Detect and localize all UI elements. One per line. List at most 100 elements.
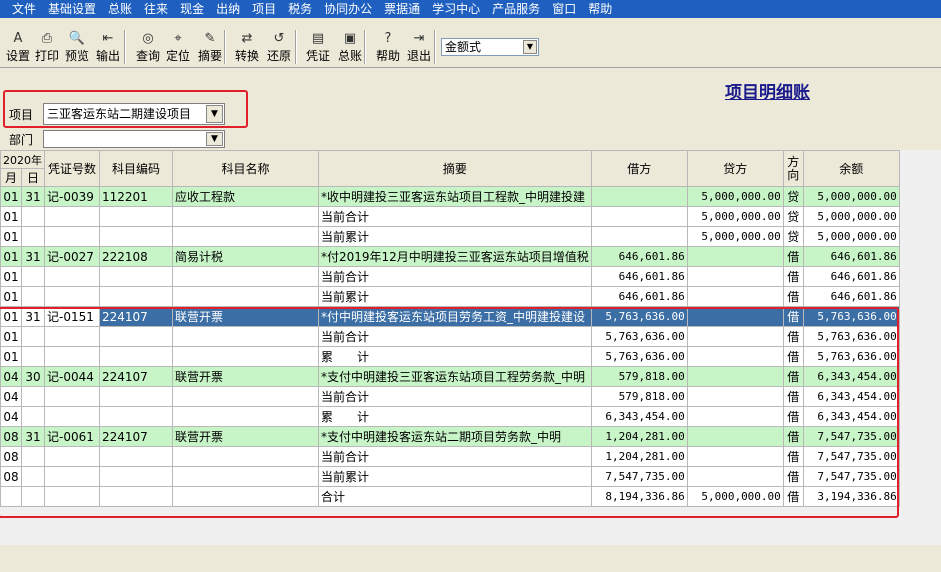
col-voucher[interactable]: 凭证号数 <box>44 150 100 187</box>
cell-month[interactable]: 01 <box>0 266 23 287</box>
col-summary[interactable]: 摘要 <box>318 150 592 187</box>
cell-summary[interactable]: 当前合计 <box>318 266 592 287</box>
toolbar-button[interactable]: ✎ 摘要 <box>195 28 225 68</box>
menu-item[interactable]: 往来 <box>138 0 174 18</box>
cell-credit[interactable] <box>686 286 784 307</box>
cell-month[interactable]: 01 <box>0 286 23 307</box>
cell-balance[interactable]: 5,000,000.00 <box>802 186 900 207</box>
cell-code[interactable] <box>99 206 173 227</box>
cell-account-name[interactable] <box>172 226 319 247</box>
cell-account-name[interactable]: 简易计税 <box>172 246 319 267</box>
toolbar-button[interactable]: ⎙ 打印 <box>32 28 62 68</box>
cell-account-name[interactable] <box>172 206 319 227</box>
menu-item[interactable]: 协同办公 <box>318 0 378 18</box>
format-select[interactable]: 金额式 ▼ <box>441 38 539 56</box>
toolbar-button[interactable]: ? 帮助 <box>373 28 403 68</box>
cell-summary[interactable]: *付2019年12月中明建投三亚客运东站项目增值税 <box>318 246 592 267</box>
col-credit[interactable]: 贷方 <box>686 150 784 187</box>
cell-balance[interactable]: 646,601.86 <box>802 266 900 287</box>
menu-item[interactable]: 现金 <box>174 0 210 18</box>
cell-voucher[interactable] <box>44 266 100 287</box>
cell-account-name[interactable]: 应收工程款 <box>172 186 319 207</box>
table-row[interactable]: 01 当前合计 646,601.86 借 646,601.86 <box>0 266 900 287</box>
cell-direction[interactable]: 借 <box>782 246 804 267</box>
col-balance[interactable]: 余额 <box>802 150 900 187</box>
cell-code[interactable] <box>99 286 173 307</box>
toolbar-button[interactable]: 🔍 预览 <box>62 28 92 68</box>
toolbar-button[interactable]: ⇥ 退出 <box>404 28 434 68</box>
toolbar-button[interactable]: ↺ 还原 <box>264 28 294 68</box>
menu-item[interactable]: 文件 <box>6 0 42 18</box>
cell-code[interactable]: 112201 <box>99 186 173 207</box>
cell-summary[interactable]: 当前累计 <box>318 286 592 307</box>
toolbar-button[interactable]: ⇤ 输出 <box>93 28 123 68</box>
menu-item[interactable]: 基础设置 <box>42 0 102 18</box>
cell-balance[interactable]: 646,601.86 <box>802 286 900 307</box>
cell-direction[interactable]: 借 <box>782 266 804 287</box>
cell-credit[interactable] <box>686 266 784 287</box>
cell-code[interactable] <box>99 226 173 247</box>
col-debit[interactable]: 借方 <box>590 150 688 187</box>
cell-voucher[interactable]: 记-0027 <box>44 246 100 267</box>
cell-debit[interactable] <box>590 186 688 207</box>
menu-item[interactable]: 出纳 <box>210 0 246 18</box>
cell-voucher[interactable] <box>44 286 100 307</box>
table-row[interactable]: 01 当前累计 5,000,000.00 贷 5,000,000.00 <box>0 226 900 247</box>
cell-code[interactable] <box>99 266 173 287</box>
toolbar-button[interactable]: ⇄ 转换 <box>232 28 262 68</box>
table-row[interactable]: 01 当前累计 646,601.86 借 646,601.86 <box>0 286 900 307</box>
cell-account-name[interactable] <box>172 266 319 287</box>
toolbar-button[interactable]: ◎ 查询 <box>133 28 163 68</box>
cell-day[interactable] <box>21 266 45 287</box>
menu-item[interactable]: 总账 <box>102 0 138 18</box>
cell-direction[interactable]: 借 <box>782 286 804 307</box>
cell-credit[interactable] <box>686 246 784 267</box>
cell-day[interactable] <box>21 286 45 307</box>
menu-item[interactable]: 窗口 <box>546 0 582 18</box>
cell-credit[interactable]: 5,000,000.00 <box>686 206 784 227</box>
cell-summary[interactable]: *收中明建投三亚客运东站项目工程款_中明建投建 <box>318 186 592 207</box>
cell-day[interactable]: 31 <box>21 246 45 267</box>
chevron-down-icon[interactable]: ▼ <box>206 105 223 123</box>
cell-credit[interactable]: 5,000,000.00 <box>686 186 784 207</box>
cell-debit[interactable]: 646,601.86 <box>590 266 688 287</box>
cell-code[interactable]: 222108 <box>99 246 173 267</box>
toolbar-button[interactable]: ⌖ 定位 <box>163 28 193 68</box>
cell-month[interactable]: 01 <box>0 226 23 247</box>
table-row[interactable]: 01 31 记-0039 112201 应收工程款 *收中明建投三亚客运东站项目工程款_中… <box>0 186 900 207</box>
cell-month[interactable]: 01 <box>0 186 23 207</box>
cell-summary[interactable]: 当前合计 <box>318 206 592 227</box>
cell-voucher[interactable] <box>44 206 100 227</box>
cell-debit[interactable] <box>590 206 688 227</box>
cell-balance[interactable]: 5,000,000.00 <box>802 206 900 227</box>
col-direction[interactable]: 方向 <box>782 150 804 187</box>
dept-select[interactable]: ▼ <box>43 130 225 148</box>
cell-month[interactable]: 01 <box>0 206 23 227</box>
cell-month[interactable]: 01 <box>0 246 23 267</box>
cell-balance[interactable]: 5,000,000.00 <box>802 226 900 247</box>
cell-day[interactable] <box>21 226 45 247</box>
toolbar-button[interactable]: ▤ 凭证 <box>303 28 333 68</box>
cell-debit[interactable]: 646,601.86 <box>590 246 688 267</box>
menu-item[interactable]: 项目 <box>246 0 282 18</box>
cell-account-name[interactable] <box>172 286 319 307</box>
cell-day[interactable]: 31 <box>21 186 45 207</box>
toolbar-button[interactable]: ▣ 总账 <box>335 28 365 68</box>
chevron-down-icon[interactable]: ▼ <box>206 132 223 146</box>
cell-balance[interactable]: 646,601.86 <box>802 246 900 267</box>
col-name[interactable]: 科目名称 <box>172 150 319 187</box>
col-code[interactable]: 科目编码 <box>99 150 173 187</box>
cell-day[interactable] <box>21 206 45 227</box>
cell-direction[interactable]: 贷 <box>782 186 804 207</box>
cell-direction[interactable]: 贷 <box>782 226 804 247</box>
menu-item[interactable]: 税务 <box>282 0 318 18</box>
cell-voucher[interactable]: 记-0039 <box>44 186 100 207</box>
table-row[interactable]: 01 31 记-0027 222108 简易计税 *付2019年12月中明建投三亚客运东站… <box>0 246 900 267</box>
chevron-down-icon[interactable]: ▼ <box>523 40 537 54</box>
cell-direction[interactable]: 贷 <box>782 206 804 227</box>
cell-debit[interactable]: 646,601.86 <box>590 286 688 307</box>
cell-summary[interactable]: 当前累计 <box>318 226 592 247</box>
cell-credit[interactable]: 5,000,000.00 <box>686 226 784 247</box>
toolbar-button[interactable]: A 设置 <box>3 28 33 68</box>
project-select[interactable]: 三亚客运东站二期建设项目 ▼ <box>43 103 225 125</box>
